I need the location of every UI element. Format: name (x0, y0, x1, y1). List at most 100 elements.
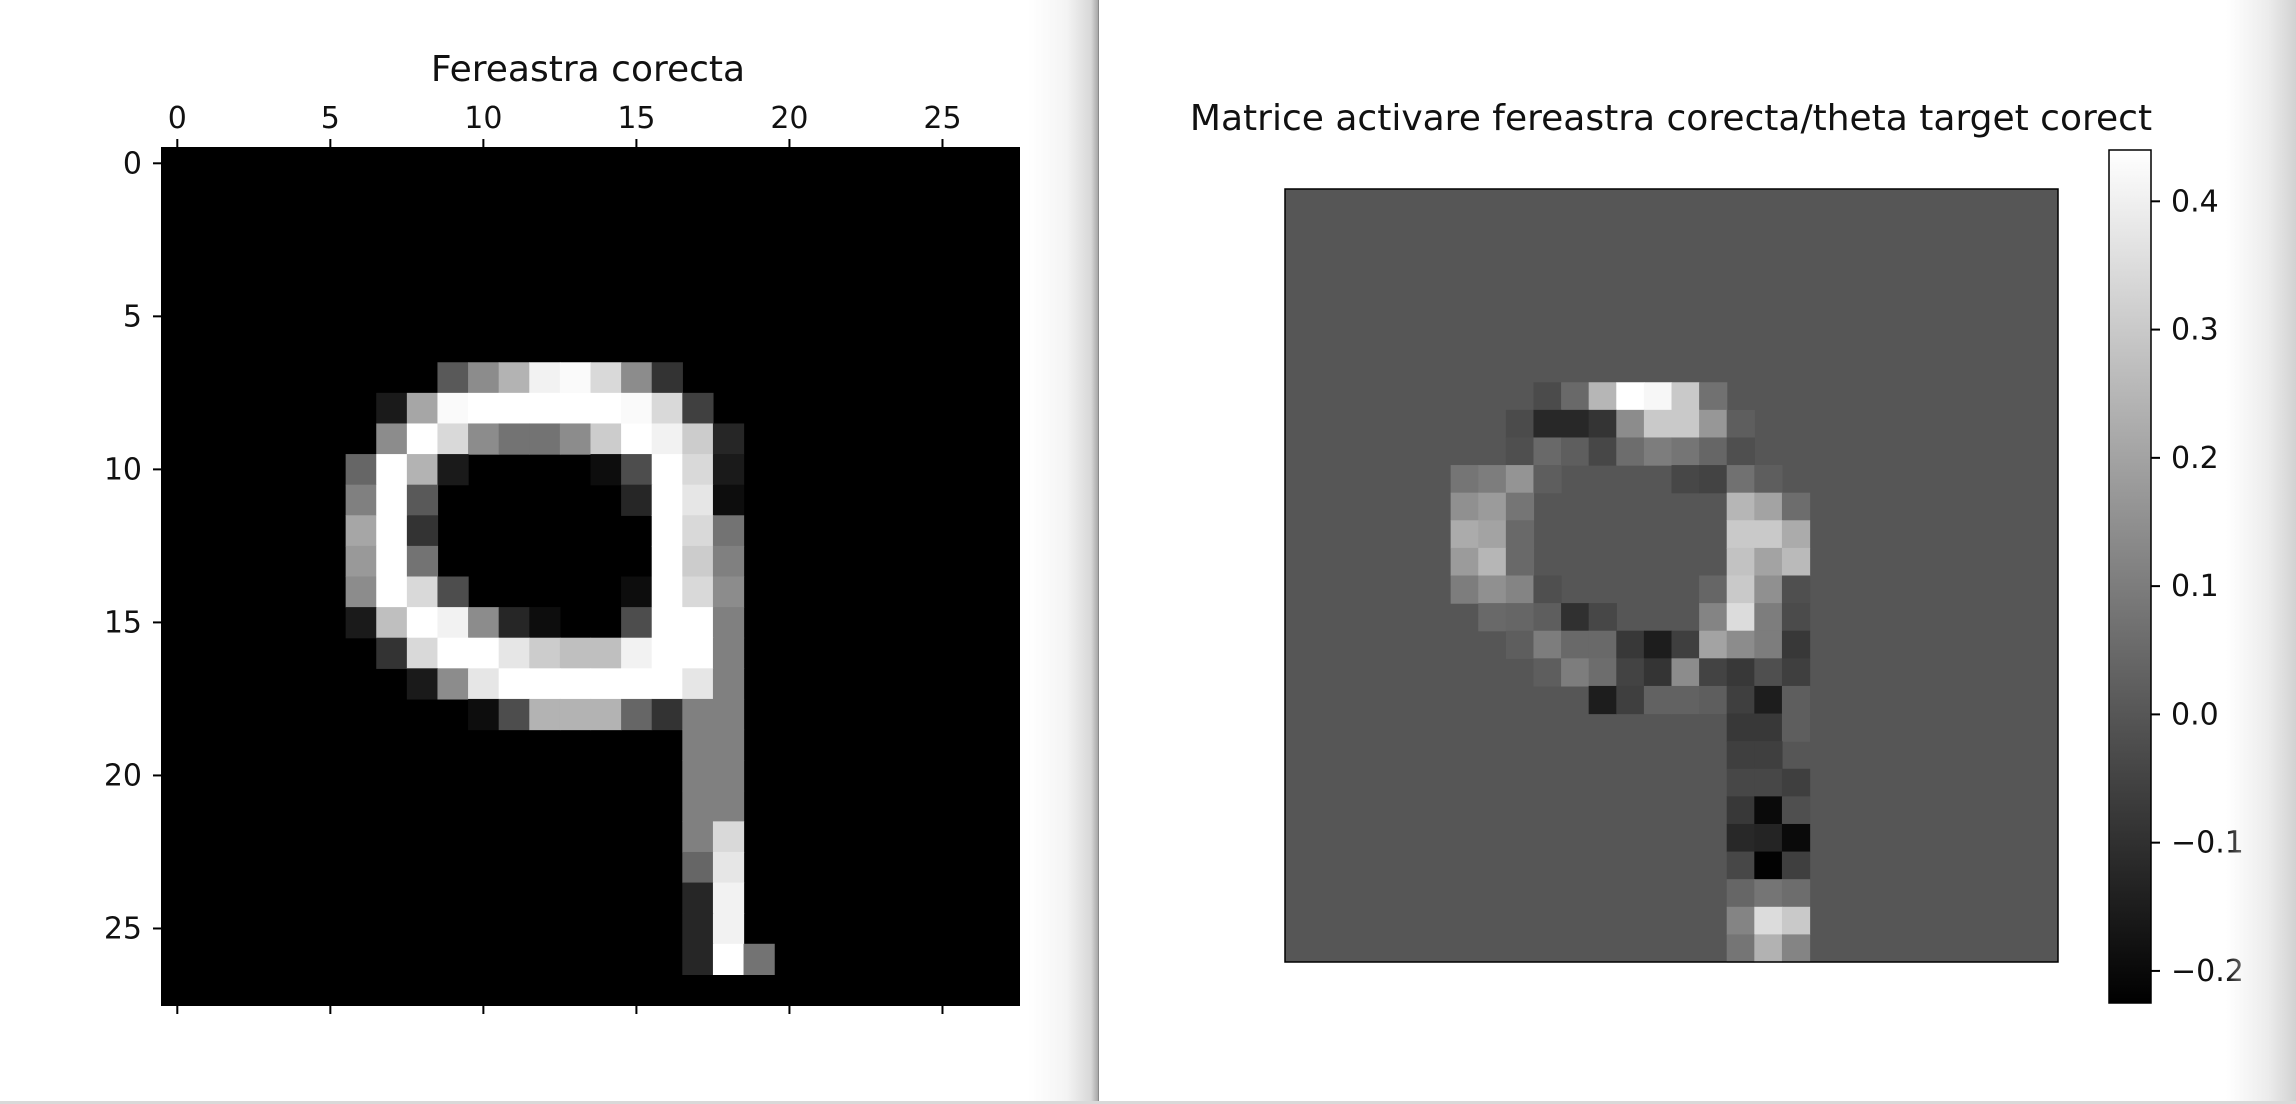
heatmap-cell (1616, 409, 1645, 439)
heatmap-cell (406, 637, 439, 669)
heatmap-cell (345, 545, 377, 578)
right-heatmap-background (1285, 189, 2058, 962)
heatmap-cell (406, 515, 439, 547)
window-edge-shadow (2226, 0, 2296, 1104)
heatmap-cell (406, 392, 439, 425)
heatmap-cell (1726, 906, 1755, 935)
heatmap-cell (376, 423, 408, 455)
heatmap-cell (1561, 437, 1590, 466)
heatmap-cell (712, 943, 745, 975)
heatmap-cell (1781, 713, 1811, 742)
heatmap-cell (651, 423, 683, 455)
heatmap-cell (682, 515, 714, 547)
heatmap-cell (406, 545, 439, 578)
colorbar-tick-label: 0.2 (2171, 441, 2219, 476)
heatmap-cell (712, 545, 745, 578)
heatmap-cell (1726, 409, 1755, 439)
heatmap-cell (1781, 658, 1811, 687)
heatmap-cell (376, 392, 408, 425)
heatmap-cell (437, 362, 469, 394)
y-tick-label: 20 (104, 758, 142, 793)
heatmap-cell (1643, 658, 1673, 687)
heatmap-cell (712, 851, 745, 884)
heatmap-cell (1781, 603, 1811, 632)
heatmap-cell (590, 698, 622, 731)
heatmap-cell (1726, 630, 1755, 659)
colorbar-tick-label: 0.1 (2171, 569, 2219, 604)
y-tick-label: 25 (104, 911, 142, 946)
heatmap-cell (1754, 934, 1783, 963)
heatmap-cell (529, 607, 561, 639)
heatmap-cell (682, 668, 714, 700)
heatmap-cell (1754, 685, 1783, 715)
heatmap-cell (621, 637, 653, 669)
heatmap-cell (1505, 520, 1535, 549)
heatmap-cell (376, 607, 408, 639)
heatmap-cell (559, 637, 592, 669)
heatmap-cell (621, 484, 653, 516)
figure-window-left: Fereastra corecta 0 5 10 15 20 25 0 5 10 15 20 25 (0, 0, 1098, 1104)
heatmap-cell (1726, 492, 1755, 521)
heatmap-cell (1699, 658, 1728, 687)
heatmap-cell (712, 882, 745, 914)
heatmap-cell (468, 668, 500, 700)
right-chart-title: Matrice activare fereastra corecta/theta… (1190, 98, 2152, 139)
heatmap-cell (1754, 879, 1783, 908)
heatmap-cell (1781, 823, 1811, 853)
heatmap-cell (345, 576, 377, 608)
left-chart-title: Fereastra corecta (431, 49, 745, 90)
heatmap-cell (651, 545, 683, 578)
heatmap-cell (498, 392, 530, 425)
heatmap-cell (682, 882, 714, 914)
heatmap-cell (1533, 575, 1562, 604)
heatmap-cell (559, 392, 592, 425)
heatmap-cell (682, 484, 714, 516)
heatmap-cell (1533, 409, 1562, 439)
heatmap-cell (1781, 796, 1811, 825)
heatmap-cell (1781, 492, 1811, 521)
heatmap-cell (406, 423, 439, 455)
heatmap-cell (345, 607, 377, 639)
heatmap-cell (1450, 465, 1479, 494)
heatmap-cell (1505, 575, 1535, 604)
heatmap-cell (1478, 492, 1507, 521)
figure-window-right: Matrice activare fereastra corecta/theta… (1098, 0, 2296, 1104)
heatmap-cell (345, 515, 377, 547)
heatmap-cell (1588, 658, 1617, 687)
colorbar-tick-label: 0.3 (2171, 313, 2219, 348)
heatmap-cell (406, 576, 439, 608)
heatmap-cell (682, 851, 714, 884)
heatmap-cell (437, 637, 469, 669)
heatmap-cell (1754, 906, 1783, 935)
heatmap-cell (651, 454, 683, 486)
heatmap-cell (376, 637, 408, 669)
x-tick-label: 20 (770, 101, 808, 136)
heatmap-cell (498, 668, 530, 700)
heatmap-cell (1699, 437, 1728, 466)
heatmap-cell (1505, 492, 1535, 521)
left-figure-canvas: Fereastra corecta 0 5 10 15 20 25 0 5 10 15 20 25 (104, 49, 1020, 1014)
heatmap-cell (1450, 520, 1479, 549)
heatmap-cell (1616, 382, 1645, 411)
heatmap-cell (1533, 603, 1562, 632)
heatmap-cell (1726, 437, 1755, 466)
heatmap-cell (1781, 685, 1811, 715)
heatmap-cell (1754, 520, 1783, 549)
heatmap-cell (1533, 465, 1562, 494)
heatmap-cell (559, 362, 592, 394)
heatmap-cell (1726, 603, 1755, 632)
heatmap-cell (1726, 465, 1755, 494)
heatmap-cell (1533, 658, 1562, 687)
heatmap-cell (682, 790, 714, 822)
heatmap-cell (712, 821, 745, 853)
heatmap-cell (590, 423, 622, 455)
heatmap-cell (1699, 630, 1728, 659)
heatmap-cell (1726, 796, 1755, 825)
heatmap-cell (498, 698, 530, 731)
heatmap-cell (712, 913, 745, 945)
heatmap-cell (1726, 547, 1755, 577)
heatmap-cell (682, 454, 714, 486)
heatmap-cell (1561, 382, 1590, 411)
heatmap-cell (1781, 906, 1811, 935)
heatmap-cell (712, 607, 745, 639)
